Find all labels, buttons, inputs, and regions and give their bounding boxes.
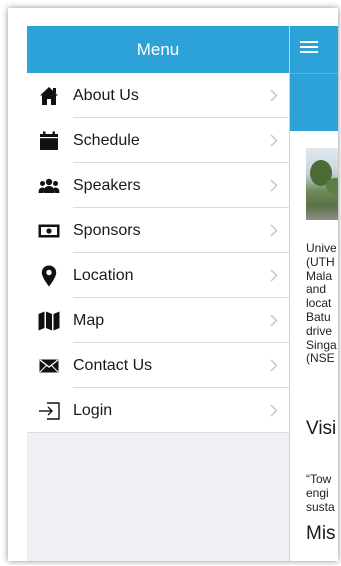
vision-text: “Tow engi susta xyxy=(306,472,335,514)
money-icon xyxy=(27,224,71,238)
menu-item-location[interactable]: Location xyxy=(27,253,289,298)
map-pin-icon xyxy=(27,265,71,287)
vision-heading: Visi xyxy=(306,418,337,439)
home-icon xyxy=(27,86,71,106)
body-line: Batu xyxy=(306,309,331,324)
chevron-right-icon xyxy=(259,89,289,102)
about-page: Unive (UTH Mala and locat Batu drive Sin… xyxy=(289,26,338,561)
body-line: and xyxy=(306,282,327,297)
page-banner xyxy=(289,73,338,131)
menu-item-label: Speakers xyxy=(73,176,141,194)
chevron-right-icon xyxy=(259,404,289,417)
menu-item-login[interactable]: Login xyxy=(27,388,289,433)
menu-item-label: Map xyxy=(73,311,105,329)
body-line: (UTH xyxy=(306,254,335,269)
body-line: Mala xyxy=(306,268,333,283)
body-line: (NSE xyxy=(306,351,335,366)
chevron-right-icon xyxy=(259,179,289,192)
menu-item-schedule[interactable]: Schedule xyxy=(27,118,289,163)
quote-line: susta xyxy=(306,500,335,514)
chevron-right-icon xyxy=(259,359,289,372)
body-line: locat xyxy=(306,296,332,311)
calendar-icon xyxy=(27,131,71,151)
menu-item-speakers[interactable]: Speakers xyxy=(27,163,289,208)
quote-line: “Tow xyxy=(306,472,332,486)
chevron-right-icon xyxy=(259,269,289,282)
menu-item-sponsors[interactable]: Sponsors xyxy=(27,208,289,253)
menu-item-label: Sponsors xyxy=(73,221,141,239)
hamburger-menu-icon[interactable] xyxy=(300,40,318,59)
side-drawer: Menu About Us Schedule Speakers Sponsors… xyxy=(27,26,290,561)
menu-item-about-us[interactable]: About Us xyxy=(27,73,289,118)
menu-item-label: Login xyxy=(73,401,113,419)
about-body-text: Unive (UTH Mala and locat Batu drive Sin… xyxy=(306,242,338,366)
menu-item-label: Location xyxy=(73,266,134,284)
people-icon xyxy=(27,178,71,194)
mission-heading: Mis xyxy=(306,523,336,544)
chevron-right-icon xyxy=(259,314,289,327)
drawer-title: Menu xyxy=(136,39,180,59)
body-line: Singa xyxy=(306,337,337,352)
body-line: Unive xyxy=(306,241,337,255)
map-icon xyxy=(27,311,71,331)
drawer-header: Menu xyxy=(27,26,289,73)
menu-item-map[interactable]: Map xyxy=(27,298,289,343)
menu-item-label: About Us xyxy=(73,86,139,104)
chevron-right-icon xyxy=(259,134,289,147)
chevron-right-icon xyxy=(259,224,289,237)
campus-photo xyxy=(306,148,338,220)
menu-item-label: Contact Us xyxy=(73,356,153,374)
envelope-icon xyxy=(27,358,71,373)
menu-list: About Us Schedule Speakers Sponsors Loca… xyxy=(27,73,289,433)
body-line: drive xyxy=(306,323,333,338)
login-icon xyxy=(27,401,71,420)
quote-line: engi xyxy=(306,486,329,500)
page-header xyxy=(289,26,338,73)
menu-item-label: Schedule xyxy=(73,131,140,149)
app-screen: Unive (UTH Mala and locat Batu drive Sin… xyxy=(8,8,338,561)
menu-item-contact-us[interactable]: Contact Us xyxy=(27,343,289,388)
